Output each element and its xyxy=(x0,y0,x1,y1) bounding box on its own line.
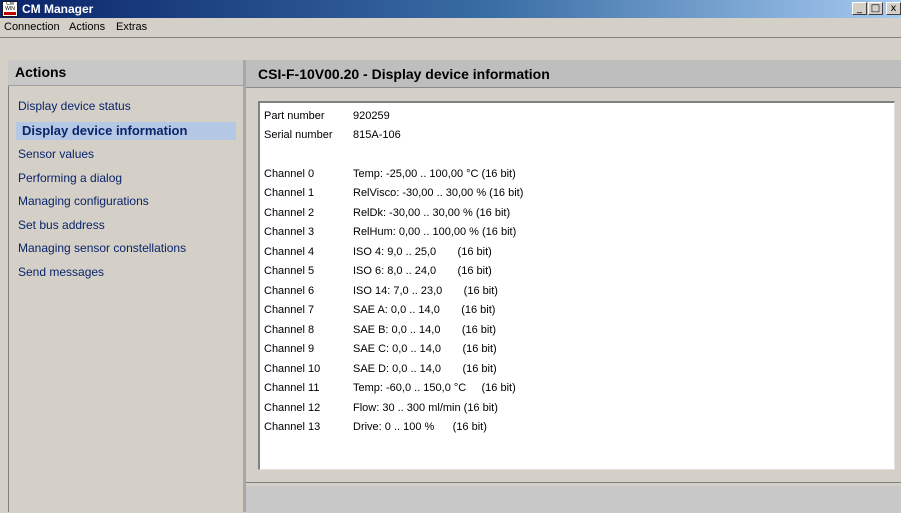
app-icon-stripe xyxy=(4,12,16,15)
channel-value: SAE C: 0,0 .. 14,0 (16 bit) xyxy=(353,343,497,355)
channel-label: Channel 1 xyxy=(264,187,315,199)
window-title: CM Manager xyxy=(22,2,94,16)
close-button[interactable]: x xyxy=(886,2,901,15)
channel-value: RelVisco: -30,00 .. 30,00 % (16 bit) xyxy=(353,187,524,199)
app-icon-label: CM WIN xyxy=(5,1,15,12)
sidebar-item-performing-a-dialog[interactable]: Performing a dialog xyxy=(18,171,122,185)
main-header: CSI-F-10V00.20 - Display device informat… xyxy=(246,60,901,88)
sidebar-item-managing-configurations[interactable]: Managing configurations xyxy=(18,194,149,208)
part-number-value: 920259 xyxy=(353,110,390,122)
channel-value: ISO 4: 9,0 .. 25,0 (16 bit) xyxy=(353,246,492,258)
sidebar-item-send-messages[interactable]: Send messages xyxy=(18,265,104,279)
channel-label: Channel 9 xyxy=(264,343,315,355)
menu-extras[interactable]: Extras xyxy=(116,21,147,33)
sidebar-header: Actions xyxy=(8,60,244,86)
sidebar-item-label: Display device information xyxy=(22,123,188,138)
sidebar-item-sensor-values[interactable]: Sensor values xyxy=(18,147,94,161)
status-bar xyxy=(246,482,901,513)
serial-number-value: 815A-106 xyxy=(353,129,401,141)
channel-value: SAE B: 0,0 .. 14,0 (16 bit) xyxy=(353,324,497,336)
channel-value: Drive: 0 .. 100 % (16 bit) xyxy=(353,421,487,433)
sidebar-item-set-bus-address[interactable]: Set bus address xyxy=(18,218,105,232)
serial-number-label: Serial number xyxy=(264,129,333,141)
channel-value: SAE A: 0,0 .. 14,0 (16 bit) xyxy=(353,304,496,316)
channel-value: ISO 6: 8,0 .. 24,0 (16 bit) xyxy=(353,265,492,277)
status-bar-panel xyxy=(246,486,901,513)
sidebar-left-border xyxy=(8,60,9,512)
channel-label: Channel 7 xyxy=(264,304,315,316)
page-title: CSI-F-10V00.20 - Display device informat… xyxy=(258,66,550,82)
minimize-button[interactable]: _ xyxy=(852,2,867,15)
sidebar-item-display-device-status[interactable]: Display device status xyxy=(18,99,131,113)
title-bar[interactable]: CM WIN CM Manager _ □ x xyxy=(0,0,901,18)
channel-label: Channel 10 xyxy=(264,363,321,375)
channel-label: Channel 0 xyxy=(264,168,315,180)
channel-label: Channel 12 xyxy=(264,402,321,414)
channel-label: Channel 5 xyxy=(264,265,315,277)
channel-value: ISO 14: 7,0 .. 23,0 (16 bit) xyxy=(353,285,498,297)
maximize-button[interactable]: □ xyxy=(868,2,883,15)
sidebar-item-managing-sensor-constellations[interactable]: Managing sensor constellations xyxy=(18,241,186,255)
channel-value: Flow: 30 .. 300 ml/min (16 bit) xyxy=(353,402,498,414)
channel-value: RelHum: 0,00 .. 100,00 % (16 bit) xyxy=(353,226,517,238)
channel-label: Channel 11 xyxy=(264,382,320,394)
channel-label: Channel 8 xyxy=(264,324,315,336)
channel-label: Channel 4 xyxy=(264,246,315,258)
channel-label: Channel 2 xyxy=(264,207,315,219)
menu-bar: Connection Actions Extras xyxy=(0,18,901,38)
channel-label: Channel 3 xyxy=(264,226,315,238)
channel-value: RelDk: -30,00 .. 30,00 % (16 bit) xyxy=(353,207,511,219)
channel-value: SAE D: 0,0 .. 14,0 (16 bit) xyxy=(353,363,497,375)
sidebar-title: Actions xyxy=(15,64,67,80)
menu-actions[interactable]: Actions xyxy=(69,21,105,33)
app-icon: CM WIN xyxy=(2,1,18,17)
channel-label: Channel 13 xyxy=(264,421,321,433)
part-number-label: Part number xyxy=(264,110,325,122)
menu-connection[interactable]: Connection xyxy=(4,21,60,33)
channel-label: Channel 6 xyxy=(264,285,315,297)
channel-value: Temp: -25,00 .. 100,00 °C (16 bit) xyxy=(353,168,516,180)
channel-value: Temp: -60,0 .. 150,0 °C (16 bit) xyxy=(353,382,516,394)
sidebar-item-display-device-information[interactable]: Display device information xyxy=(16,122,236,140)
